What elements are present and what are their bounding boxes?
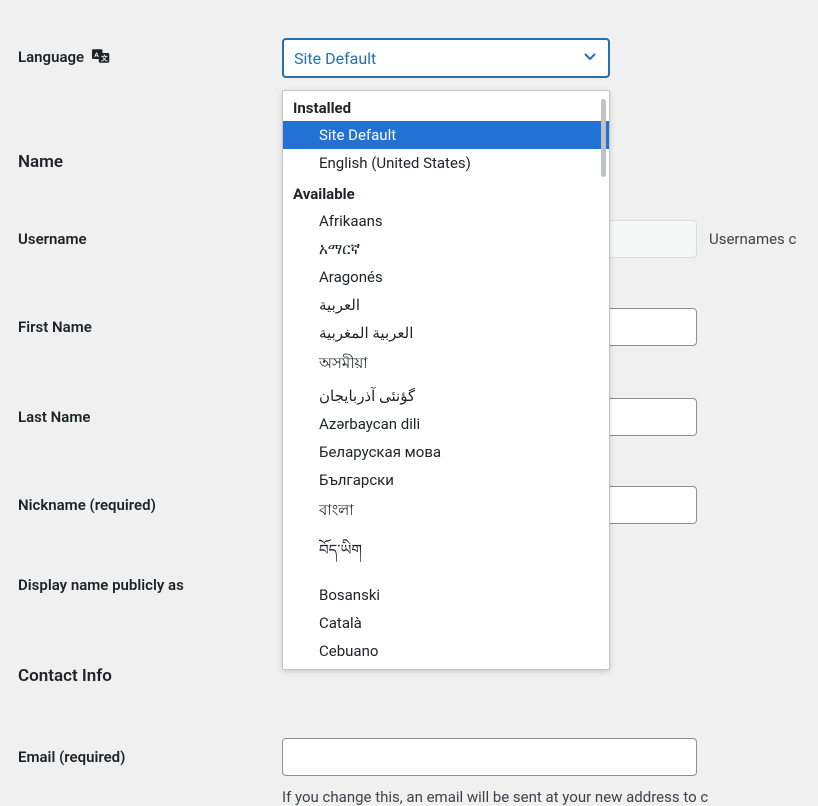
dropdown-item[interactable]: Aragonés xyxy=(283,263,609,291)
dropdown-item[interactable]: العربية المغربية xyxy=(283,319,609,347)
display-name-label: Display name publicly as xyxy=(18,576,282,594)
dropdown-item[interactable]: Български xyxy=(283,466,609,494)
dropdown-group-label: Available xyxy=(283,177,609,207)
dropdown-item[interactable]: Català xyxy=(283,609,609,637)
name-heading: Name xyxy=(18,130,282,172)
dropdown-item[interactable]: বাংলা xyxy=(283,494,609,529)
language-label: Language A 文 xyxy=(18,48,282,68)
dropdown-item[interactable]: Bosanski xyxy=(283,581,609,609)
username-label: Username xyxy=(18,230,282,248)
svg-text:文: 文 xyxy=(100,54,108,63)
chevron-down-icon xyxy=(582,48,598,68)
dropdown-item[interactable]: العربية xyxy=(283,291,609,319)
language-dropdown[interactable]: InstalledSite DefaultEnglish (United Sta… xyxy=(282,90,610,670)
dropdown-item[interactable]: Cebuano xyxy=(283,637,609,665)
dropdown-item[interactable]: Беларуская мова xyxy=(283,438,609,466)
dropdown-item[interactable]: Afrikaans xyxy=(283,207,609,235)
dropdown-item[interactable]: አማርኛ xyxy=(283,235,609,263)
last-name-label: Last Name xyxy=(18,408,282,426)
email-label: Email (required) xyxy=(18,748,282,766)
language-select[interactable]: Site Default xyxy=(282,38,610,78)
dropdown-item[interactable]: Site Default xyxy=(283,121,609,149)
contact-info-heading: Contact Info xyxy=(18,644,282,686)
dropdown-item[interactable]: Azərbaycan dili xyxy=(283,410,609,438)
email-input[interactable] xyxy=(282,738,697,776)
translate-icon: A 文 xyxy=(92,48,110,68)
dropdown-item[interactable]: گؤنئی آذربایجان xyxy=(283,382,609,410)
dropdown-item[interactable]: བོད་ཡིག xyxy=(283,529,609,581)
dropdown-scrollbar[interactable] xyxy=(601,99,606,177)
first-name-label: First Name xyxy=(18,318,282,336)
username-hint: Usernames c xyxy=(709,230,796,248)
dropdown-item[interactable]: অসমীয়া xyxy=(283,347,609,382)
nickname-label: Nickname (required) xyxy=(18,496,282,514)
language-select-value: Site Default xyxy=(294,49,376,68)
dropdown-item[interactable]: English (United States) xyxy=(283,149,609,177)
svg-text:A: A xyxy=(94,51,99,59)
dropdown-group-label: Installed xyxy=(283,91,609,121)
email-hint: If you change this, an email will be sen… xyxy=(282,786,818,806)
